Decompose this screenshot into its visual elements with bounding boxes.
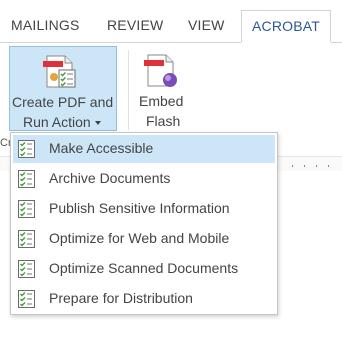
menu-item-label: Make Accessible [49,140,154,156]
ribbon-tab-bar: MAILINGS REVIEW VIEW ACROBAT [0,0,342,43]
embed-label-line1: Embed [139,93,184,109]
menu-item-optimize-for-web-and-mobile[interactable]: Optimize for Web and Mobile [13,225,275,253]
create-pdf-and-run-action-button[interactable]: Create PDF and Run Action [9,46,117,131]
tab-mailings[interactable]: MAILINGS [11,17,80,33]
menu-item-optimize-scanned-documents[interactable]: Optimize Scanned Documents [13,255,275,283]
menu-item-label: Publish Sensitive Information [49,200,230,216]
menu-item-label: Optimize Scanned Documents [49,260,239,276]
checklist-icon [18,170,35,188]
tab-acrobat[interactable]: ACROBAT [241,10,332,43]
checklist-icon [18,290,35,308]
action-dropdown-menu: Make Accessible Archive Documents Publis… [10,132,278,315]
create-pdf-label-line2: Run Action [23,112,101,132]
checklist-icon [18,260,35,278]
group-separator [128,50,129,130]
checklist-icon [18,140,35,158]
checklist-icon [18,230,35,248]
menu-item-label: Archive Documents [49,170,171,186]
embed-label-line2: Flash [146,113,181,129]
menu-item-publish-sensitive-information[interactable]: Publish Sensitive Information [13,195,275,223]
pdf-action-icon [43,55,76,88]
create-pdf-label-line1: Create PDF and [12,94,114,110]
checklist-icon [18,200,35,218]
embed-flash-button[interactable]: Embed Flash [135,46,191,131]
menu-item-prepare-for-distribution[interactable]: Prepare for Distribution [13,285,275,313]
menu-item-make-accessible[interactable]: Make Accessible [13,135,275,163]
tab-view[interactable]: VIEW [188,17,225,33]
embed-flash-icon [144,54,177,87]
tab-review[interactable]: REVIEW [107,17,163,33]
menu-item-label: Prepare for Distribution [49,290,193,306]
menu-item-label: Optimize for Web and Mobile [49,230,230,246]
dropdown-arrow-icon [94,121,101,126]
menu-item-archive-documents[interactable]: Archive Documents [13,165,275,193]
